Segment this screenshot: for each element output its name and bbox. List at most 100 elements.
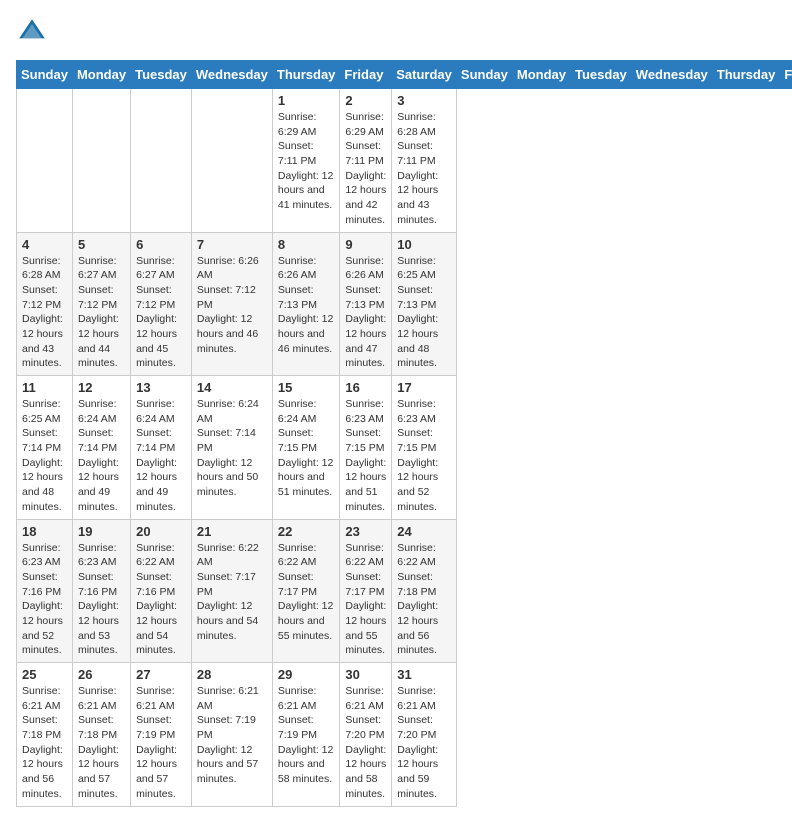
day-detail: Sunrise: 6:29 AM Sunset: 7:11 PM Dayligh… [345,110,386,228]
day-number: 28 [197,667,267,682]
day-number: 8 [278,237,335,252]
day-detail: Sunrise: 6:22 AM Sunset: 7:17 PM Dayligh… [345,541,386,659]
day-number: 7 [197,237,267,252]
calendar-cell: 15Sunrise: 6:24 AM Sunset: 7:15 PM Dayli… [272,376,340,520]
day-detail: Sunrise: 6:27 AM Sunset: 7:12 PM Dayligh… [78,254,125,372]
day-detail: Sunrise: 6:25 AM Sunset: 7:14 PM Dayligh… [22,397,67,515]
day-detail: Sunrise: 6:27 AM Sunset: 7:12 PM Dayligh… [136,254,186,372]
calendar-cell: 28Sunrise: 6:21 AM Sunset: 7:19 PM Dayli… [191,663,272,807]
day-number: 1 [278,93,335,108]
calendar-cell: 11 Sunrise: 6:25 AM Sunset: 7:14 PM Dayli… [17,376,73,520]
calendar-cell: 18 Sunrise: 6:23 AM Sunset: 7:16 PM Dayli… [17,519,73,663]
day-detail: Sunrise: 6:29 AM Sunset: 7:11 PM Dayligh… [278,110,335,213]
calendar-cell: 2 Sunrise: 6:29 AM Sunset: 7:11 PM Daylig… [340,89,392,233]
day-number: 16 [345,380,386,395]
calendar-header-row: SundayMondayTuesdayWednesdayThursdayFrid… [17,61,792,89]
logo [16,16,52,48]
col-header-monday: Monday [72,61,130,89]
col-header-sunday: Sunday [456,61,512,89]
col-header-tuesday: Tuesday [571,61,632,89]
day-number: 2 [345,93,386,108]
day-number: 25 [22,667,67,682]
day-detail: Sunrise: 6:24 AM Sunset: 7:15 PM Dayligh… [278,397,335,500]
day-number: 3 [397,93,451,108]
calendar-week-5: 25 Sunrise: 6:21 AM Sunset: 7:18 PM Dayli… [17,663,792,807]
col-header-wednesday: Wednesday [631,61,712,89]
day-number: 17 [397,380,451,395]
day-detail: Sunrise: 6:21 AM Sunset: 7:19 PM Dayligh… [278,684,335,787]
calendar-cell: 25 Sunrise: 6:21 AM Sunset: 7:18 PM Dayli… [17,663,73,807]
day-number: 21 [197,524,267,539]
calendar-cell: 12Sunrise: 6:24 AM Sunset: 7:14 PM Dayli… [72,376,130,520]
day-detail: Sunrise: 6:22 AM Sunset: 7:17 PM Dayligh… [197,541,267,644]
calendar-cell: 1 Sunrise: 6:29 AM Sunset: 7:11 PM Daylig… [272,89,340,233]
calendar-cell: 23 Sunrise: 6:22 AM Sunset: 7:17 PM Dayli… [340,519,392,663]
day-detail: Sunrise: 6:21 AM Sunset: 7:18 PM Dayligh… [22,684,67,802]
day-detail: Sunrise: 6:23 AM Sunset: 7:15 PM Dayligh… [397,397,451,515]
day-detail: Sunrise: 6:22 AM Sunset: 7:18 PM Dayligh… [397,541,451,659]
day-number: 9 [345,237,386,252]
calendar-cell: 22 Sunrise: 6:22 AM Sunset: 7:17 PM Dayli… [272,519,340,663]
day-detail: Sunrise: 6:28 AM Sunset: 7:12 PM Dayligh… [22,254,67,372]
calendar-cell: 3 Sunrise: 6:28 AM Sunset: 7:11 PM Daylig… [392,89,457,233]
calendar-cell: 26 Sunrise: 6:21 AM Sunset: 7:18 PM Dayli… [72,663,130,807]
calendar-week-1: 1 Sunrise: 6:29 AM Sunset: 7:11 PM Daylig… [17,89,792,233]
day-detail: Sunrise: 6:21 AM Sunset: 7:20 PM Dayligh… [397,684,451,802]
col-header-wednesday: Wednesday [191,61,272,89]
day-detail: Sunrise: 6:23 AM Sunset: 7:16 PM Dayligh… [78,541,125,659]
day-detail: Sunrise: 6:21 AM Sunset: 7:19 PM Dayligh… [136,684,186,802]
calendar-cell: 24Sunrise: 6:22 AM Sunset: 7:18 PM Dayli… [392,519,457,663]
col-header-tuesday: Tuesday [131,61,192,89]
day-detail: Sunrise: 6:26 AM Sunset: 7:12 PM Dayligh… [197,254,267,357]
day-number: 5 [78,237,125,252]
calendar-cell: 30Sunrise: 6:21 AM Sunset: 7:20 PM Dayli… [340,663,392,807]
day-number: 20 [136,524,186,539]
col-header-monday: Monday [512,61,570,89]
day-number: 19 [78,524,125,539]
calendar-cell [72,89,130,233]
day-number: 26 [78,667,125,682]
page-header [16,16,776,48]
calendar-cell: 7 Sunrise: 6:26 AM Sunset: 7:12 PM Daylig… [191,232,272,376]
col-header-friday: Friday [780,61,792,89]
day-detail: Sunrise: 6:24 AM Sunset: 7:14 PM Dayligh… [197,397,267,500]
calendar-cell: 16 Sunrise: 6:23 AM Sunset: 7:15 PM Dayli… [340,376,392,520]
day-number: 13 [136,380,186,395]
logo-icon [16,16,48,48]
day-detail: Sunrise: 6:24 AM Sunset: 7:14 PM Dayligh… [136,397,186,515]
calendar-cell: 4Sunrise: 6:28 AM Sunset: 7:12 PM Daylig… [17,232,73,376]
day-number: 11 [22,380,67,395]
day-detail: Sunrise: 6:23 AM Sunset: 7:16 PM Dayligh… [22,541,67,659]
calendar-week-2: 4Sunrise: 6:28 AM Sunset: 7:12 PM Daylig… [17,232,792,376]
calendar-cell [17,89,73,233]
day-detail: Sunrise: 6:24 AM Sunset: 7:14 PM Dayligh… [78,397,125,515]
calendar-cell: 13 Sunrise: 6:24 AM Sunset: 7:14 PM Dayli… [131,376,192,520]
day-number: 27 [136,667,186,682]
day-number: 6 [136,237,186,252]
calendar-cell [191,89,272,233]
day-detail: Sunrise: 6:21 AM Sunset: 7:20 PM Dayligh… [345,684,386,802]
day-number: 29 [278,667,335,682]
calendar-week-4: 18 Sunrise: 6:23 AM Sunset: 7:16 PM Dayli… [17,519,792,663]
col-header-sunday: Sunday [17,61,73,89]
day-detail: Sunrise: 6:26 AM Sunset: 7:13 PM Dayligh… [345,254,386,372]
col-header-thursday: Thursday [272,61,340,89]
day-detail: Sunrise: 6:21 AM Sunset: 7:18 PM Dayligh… [78,684,125,802]
calendar-cell: 29 Sunrise: 6:21 AM Sunset: 7:19 PM Dayli… [272,663,340,807]
day-detail: Sunrise: 6:26 AM Sunset: 7:13 PM Dayligh… [278,254,335,357]
calendar-cell: 20Sunrise: 6:22 AM Sunset: 7:16 PM Dayli… [131,519,192,663]
calendar-cell: 5 Sunrise: 6:27 AM Sunset: 7:12 PM Daylig… [72,232,130,376]
day-detail: Sunrise: 6:28 AM Sunset: 7:11 PM Dayligh… [397,110,451,228]
day-number: 14 [197,380,267,395]
day-number: 18 [22,524,67,539]
calendar-cell: 19 Sunrise: 6:23 AM Sunset: 7:16 PM Dayli… [72,519,130,663]
calendar-cell: 10Sunrise: 6:25 AM Sunset: 7:13 PM Dayli… [392,232,457,376]
day-number: 22 [278,524,335,539]
calendar-cell: 9 Sunrise: 6:26 AM Sunset: 7:13 PM Daylig… [340,232,392,376]
day-detail: Sunrise: 6:22 AM Sunset: 7:17 PM Dayligh… [278,541,335,644]
col-header-saturday: Saturday [392,61,457,89]
day-number: 23 [345,524,386,539]
calendar-cell: 31Sunrise: 6:21 AM Sunset: 7:20 PM Dayli… [392,663,457,807]
col-header-thursday: Thursday [712,61,780,89]
day-detail: Sunrise: 6:23 AM Sunset: 7:15 PM Dayligh… [345,397,386,515]
